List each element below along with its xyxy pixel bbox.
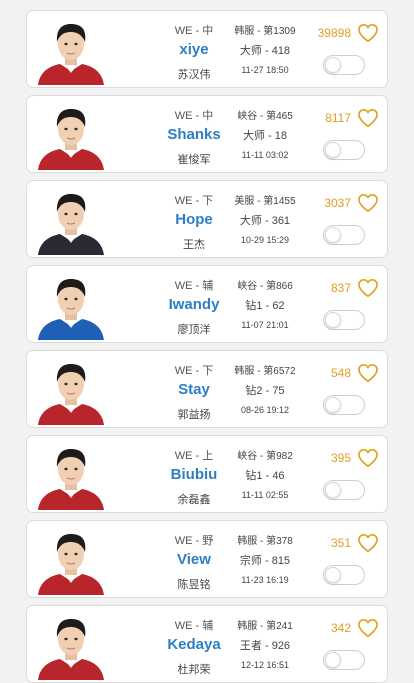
rank-tier: 大师 - 361	[239, 215, 291, 227]
last-updated-time: 12-12 16:51	[240, 660, 290, 670]
subscribe-toggle[interactable]	[323, 225, 365, 245]
toggle-knob	[325, 312, 341, 328]
player-card[interactable]: WE - 下 Hope 王杰 美服 - 第1455 大师 - 361 10-29…	[26, 180, 388, 258]
heart-icon[interactable]	[357, 278, 379, 298]
last-updated-time: 10-29 15:29	[240, 235, 290, 245]
subscribe-toggle[interactable]	[323, 310, 365, 330]
heart-icon[interactable]	[357, 618, 379, 638]
like-count: 351	[330, 536, 351, 550]
player-card[interactable]: WE - 辅 Iwandy 廖顶洋 峡谷 - 第866 钻1 - 62 11-0…	[26, 265, 388, 343]
subscribe-toggle[interactable]	[323, 565, 365, 585]
last-updated-time: 11-11 03:02	[241, 150, 289, 160]
player-photo	[36, 355, 106, 425]
player-photo	[36, 525, 106, 595]
player-card[interactable]: WE - 野 View 陈昱铭 韩服 - 第378 宗师 - 815 11-23…	[26, 520, 388, 598]
like-count: 837	[330, 281, 351, 295]
heart-icon[interactable]	[357, 193, 379, 213]
player-photo	[36, 610, 106, 680]
last-updated-time: 11-27 18:50	[241, 65, 289, 75]
rank-tier: 钻2 - 75	[245, 385, 285, 397]
subscribe-toggle[interactable]	[323, 480, 365, 500]
heart-icon[interactable]	[357, 23, 379, 43]
player-card[interactable]: WE - 中 xiye 苏汉伟 韩服 - 第1309 大师 - 418 11-2…	[26, 10, 388, 88]
toggle-knob	[325, 482, 341, 498]
toggle-knob	[325, 142, 341, 158]
player-photo	[36, 15, 106, 85]
like-count: 39898	[317, 26, 351, 40]
server-rank-position: 峡谷 - 第982	[237, 451, 293, 462]
rank-tier: 钻1 - 46	[245, 470, 285, 482]
last-updated-time: 11-07 21:01	[241, 320, 289, 330]
server-rank-position: 韩服 - 第6572	[234, 366, 296, 377]
player-photo	[36, 185, 106, 255]
last-updated-time: 08-26 19:12	[240, 405, 290, 415]
last-updated-time: 11-11 02:55	[241, 490, 289, 500]
rank-tier: 钻1 - 62	[245, 300, 285, 312]
server-rank-position: 韩服 - 第1309	[234, 26, 296, 37]
like-count: 548	[330, 366, 351, 380]
like-count: 395	[330, 451, 351, 465]
toggle-knob	[325, 397, 341, 413]
subscribe-toggle[interactable]	[323, 140, 365, 160]
heart-icon[interactable]	[357, 108, 379, 128]
heart-icon[interactable]	[357, 533, 379, 553]
like-count: 3037	[324, 196, 351, 210]
player-photo	[36, 270, 106, 340]
player-card[interactable]: WE - 上 Biubiu 余磊鑫 峡谷 - 第982 钻1 - 46 11-1…	[26, 435, 388, 513]
rank-tier: 王者 - 926	[239, 640, 291, 652]
server-rank-position: 峡谷 - 第866	[237, 281, 293, 292]
heart-icon[interactable]	[357, 363, 379, 383]
last-updated-time: 11-23 16:19	[241, 575, 289, 585]
toggle-knob	[325, 57, 341, 73]
player-card[interactable]: WE - 下 Stay 郭益扬 韩服 - 第6572 钻2 - 75 08-26…	[26, 350, 388, 428]
player-card[interactable]: WE - 辅 Kedaya 杜邦荣 韩服 - 第241 王者 - 926 12-…	[26, 605, 388, 683]
toggle-knob	[325, 567, 341, 583]
player-card[interactable]: WE - 中 Shanks 崔悛军 峡谷 - 第465 大师 - 18 11-1…	[26, 95, 388, 173]
server-rank-position: 韩服 - 第241	[237, 621, 293, 632]
server-rank-position: 美服 - 第1455	[234, 196, 296, 207]
subscribe-toggle[interactable]	[323, 650, 365, 670]
like-count: 342	[330, 621, 351, 635]
player-photo	[36, 100, 106, 170]
heart-icon[interactable]	[357, 448, 379, 468]
toggle-knob	[325, 652, 341, 668]
like-count: 8117	[325, 111, 351, 125]
server-rank-position: 峡谷 - 第465	[237, 111, 293, 122]
player-photo	[36, 440, 106, 510]
toggle-knob	[325, 227, 341, 243]
subscribe-toggle[interactable]	[323, 55, 365, 75]
server-rank-position: 韩服 - 第378	[237, 536, 293, 547]
rank-tier: 宗师 - 815	[239, 555, 291, 567]
rank-tier: 大师 - 18	[242, 130, 287, 142]
subscribe-toggle[interactable]	[323, 395, 365, 415]
rank-tier: 大师 - 418	[239, 45, 291, 57]
